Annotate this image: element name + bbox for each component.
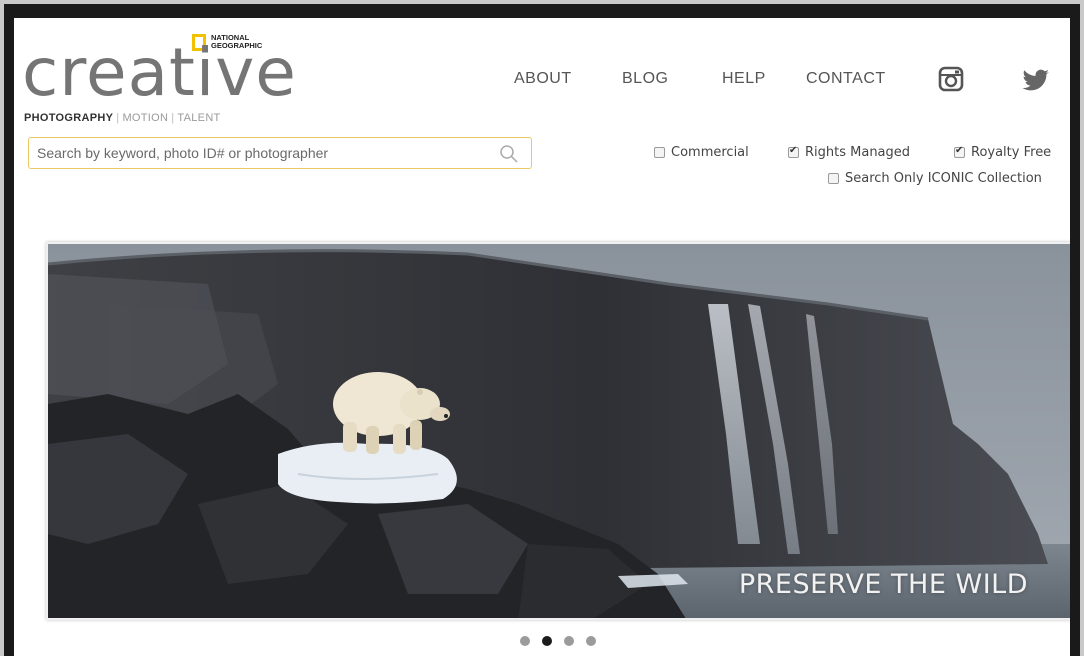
hero-slide[interactable]: PRESERVE THE WILD [46,242,1070,620]
filter-royalty-free[interactable]: Royalty Free [954,145,1051,160]
rights-managed-label: Rights Managed [805,145,911,160]
tagline-motion: MOTION [122,112,169,124]
carousel-dot-2[interactable] [542,636,552,646]
filter-commercial[interactable]: Commercial [654,145,749,160]
page: NATIONAL GEOGRAPHIC creative PHOTOGRAPHY… [14,18,1070,656]
hero-image [48,244,1070,618]
search-icon[interactable] [499,144,519,169]
browser-frame: NATIONAL GEOGRAPHIC creative PHOTOGRAPHY… [4,4,1080,656]
nav-blog[interactable]: BLOG [622,70,668,88]
twitter-icon[interactable] [1022,69,1050,96]
filter-rights-managed[interactable]: Rights Managed [788,145,910,160]
iconic-label: Search Only ICONIC Collection [845,171,1042,186]
instagram-icon[interactable] [938,66,964,97]
carousel-dot-1[interactable] [520,636,530,646]
filter-iconic[interactable]: Search Only ICONIC Collection [828,171,1042,186]
royalty-free-checkbox[interactable] [954,145,965,158]
carousel-dots [520,636,596,646]
commercial-checkbox[interactable] [654,147,665,158]
nav-contact[interactable]: CONTACT [806,70,886,88]
logo[interactable]: NATIONAL GEOGRAPHIC creative PHOTOGRAPHY… [22,32,324,142]
tagline-talent: TALENT [177,112,221,124]
search-input[interactable] [29,138,489,168]
logo-tagline: PHOTOGRAPHY | MOTION | TALENT [24,112,221,124]
hero-caption: PRESERVE THE WILD [738,569,1028,600]
top-nav: ABOUT BLOG HELP CONTACT [514,66,1070,100]
logo-wordmark: creative [22,34,297,111]
rights-managed-checkbox[interactable] [788,145,799,158]
iconic-checkbox[interactable] [828,173,839,184]
carousel-dot-3[interactable] [564,636,574,646]
tagline-photography: PHOTOGRAPHY [24,112,114,124]
royalty-free-label: Royalty Free [971,145,1052,160]
search-box [28,137,532,169]
nav-about[interactable]: ABOUT [514,70,572,88]
nav-help[interactable]: HELP [722,70,766,88]
carousel-dot-4[interactable] [586,636,596,646]
commercial-label: Commercial [671,145,749,160]
